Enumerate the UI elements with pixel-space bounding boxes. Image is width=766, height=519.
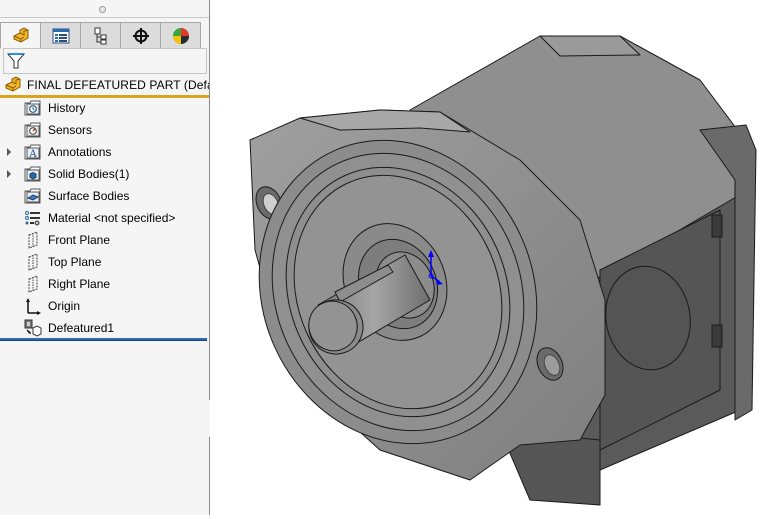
tree-item-surface-bodies[interactable]: Surface Bodies [0, 185, 209, 207]
tree-item-annotations[interactable]: A Annotations [0, 141, 209, 163]
tree-item-label: Top Plane [48, 255, 102, 269]
tree-item-label: Right Plane [48, 277, 111, 291]
solid-bodies-folder-icon [24, 165, 42, 183]
sensors-folder-icon [24, 121, 42, 139]
tree-item-label: Annotations [48, 145, 112, 159]
gear-pump-model[interactable] [210, 0, 766, 515]
panel-grip-handle[interactable] [99, 6, 106, 13]
configuration-manager-icon [94, 27, 106, 44]
tree-filter[interactable] [3, 48, 207, 74]
manager-tabs [0, 22, 201, 49]
tab-configurationmanager[interactable] [80, 22, 121, 49]
annotations-folder-icon: A [24, 143, 42, 161]
part-icon [5, 76, 21, 92]
graphics-area[interactable] [210, 0, 766, 515]
expand-arrow-icon[interactable] [7, 170, 11, 178]
filter-icon [7, 53, 25, 69]
plane-icon [24, 275, 42, 293]
material-icon [24, 209, 42, 227]
tree-item-front-plane[interactable]: Front Plane [0, 229, 209, 251]
tree-item-label: Sensors [48, 123, 93, 137]
tree-item-label: Solid Bodies(1) [48, 167, 130, 181]
history-folder-icon [24, 99, 42, 117]
rollback-bar[interactable] [0, 338, 207, 341]
part-name-label: FINAL DEFEATURED PART (Default [27, 78, 209, 92]
tree-item-solid-bodies[interactable]: Solid Bodies(1) [0, 163, 209, 185]
origin-icon [24, 297, 42, 315]
tab-propertymanager[interactable] [40, 22, 81, 49]
tree-item-label: Surface Bodies [48, 189, 130, 203]
plane-icon [24, 253, 42, 271]
panel-header [0, 0, 209, 18]
surface-bodies-folder-icon [24, 187, 42, 205]
tree-item-material[interactable]: Material <not specified> [0, 207, 209, 229]
tree-item-label: Defeatured1 [48, 321, 115, 335]
tree-item-label: History [48, 101, 86, 115]
tab-featuremanager[interactable] [0, 22, 41, 49]
tree-item-defeatured1[interactable]: Defeatured1 [0, 317, 209, 339]
tree-item-history[interactable]: History [0, 97, 209, 119]
defeature-icon [24, 319, 42, 337]
tree-item-sensors[interactable]: Sensors [0, 119, 209, 141]
tree-item-origin[interactable]: Origin [0, 295, 209, 317]
expand-arrow-icon[interactable] [7, 148, 11, 156]
property-manager-icon [52, 28, 69, 43]
tree-item-top-plane[interactable]: Top Plane [0, 251, 209, 273]
display-manager-icon [172, 27, 189, 44]
svg-text:A: A [28, 149, 37, 160]
tree-root-part[interactable]: FINAL DEFEATURED PART (Default [0, 75, 209, 98]
dimxpert-icon [132, 27, 149, 44]
feature-tree: History Sensors A Annotations Solid Bodi… [0, 97, 209, 339]
part-icon [13, 26, 28, 43]
tree-item-right-plane[interactable]: Right Plane [0, 273, 209, 295]
feature-manager-panel: FINAL DEFEATURED PART (Default History S… [0, 0, 210, 515]
tree-item-label: Front Plane [48, 233, 111, 247]
tab-dimxpertmanager[interactable] [120, 22, 161, 49]
tree-item-label: Material <not specified> [48, 211, 176, 225]
tab-displaymanager[interactable] [160, 22, 201, 49]
tree-item-label: Origin [48, 299, 81, 313]
plane-icon [24, 231, 42, 249]
